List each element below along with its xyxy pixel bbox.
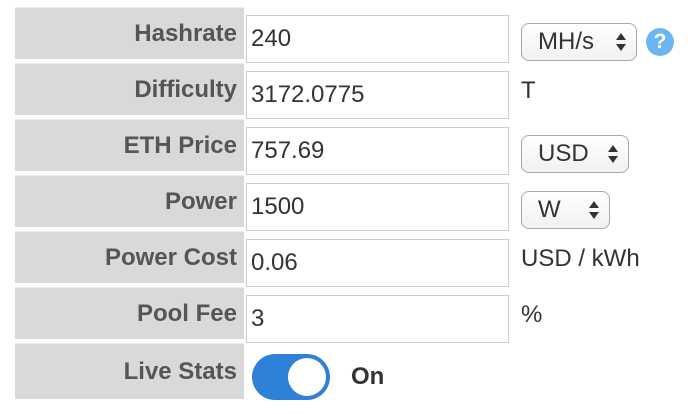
row-hashrate: Hashrate MH/s ? bbox=[0, 7, 694, 63]
question-mark-icon[interactable]: ? bbox=[646, 28, 674, 56]
power-input[interactable] bbox=[246, 183, 509, 231]
select-arrows-icon bbox=[589, 201, 599, 219]
row-power-cost: Power Cost USD / kWh bbox=[0, 231, 694, 287]
toggle-knob bbox=[288, 358, 326, 396]
hashrate-input[interactable] bbox=[246, 15, 509, 63]
row-eth-price: ETH Price USD bbox=[0, 119, 694, 175]
pool-fee-unit: % bbox=[521, 301, 543, 328]
live-stats-state: On bbox=[351, 363, 385, 390]
pool-fee-label: Pool Fee bbox=[15, 287, 244, 339]
live-stats-label: Live Stats bbox=[15, 343, 244, 399]
power-cost-label: Power Cost bbox=[15, 231, 244, 283]
pool-fee-input[interactable] bbox=[246, 295, 509, 343]
power-cost-unit: USD / kWh bbox=[521, 245, 640, 272]
select-arrows-icon bbox=[616, 33, 626, 51]
eth-price-currency-select[interactable]: USD bbox=[521, 135, 629, 173]
difficulty-input[interactable] bbox=[246, 71, 509, 119]
eth-price-input[interactable] bbox=[246, 127, 509, 175]
row-difficulty: Difficulty T bbox=[0, 63, 694, 119]
hashrate-unit-select[interactable]: MH/s bbox=[521, 23, 637, 61]
row-power: Power W bbox=[0, 175, 694, 231]
eth-price-label: ETH Price bbox=[15, 119, 244, 171]
row-pool-fee: Pool Fee % bbox=[0, 287, 694, 343]
difficulty-label: Difficulty bbox=[15, 63, 244, 115]
row-live-stats: Live Stats On bbox=[0, 343, 694, 400]
mining-calculator-form: Hashrate MH/s ? Difficulty T ETH Price U… bbox=[0, 0, 694, 414]
power-cost-input[interactable] bbox=[246, 239, 509, 287]
power-label: Power bbox=[15, 175, 244, 227]
hashrate-label: Hashrate bbox=[15, 7, 244, 59]
difficulty-unit: T bbox=[521, 77, 536, 104]
live-stats-toggle[interactable] bbox=[252, 354, 330, 400]
power-unit-select[interactable]: W bbox=[521, 191, 610, 229]
hashrate-unit-value: MH/s bbox=[538, 28, 594, 55]
eth-price-currency-value: USD bbox=[538, 140, 589, 167]
select-arrows-icon bbox=[608, 145, 618, 163]
power-unit-value: W bbox=[538, 196, 561, 223]
